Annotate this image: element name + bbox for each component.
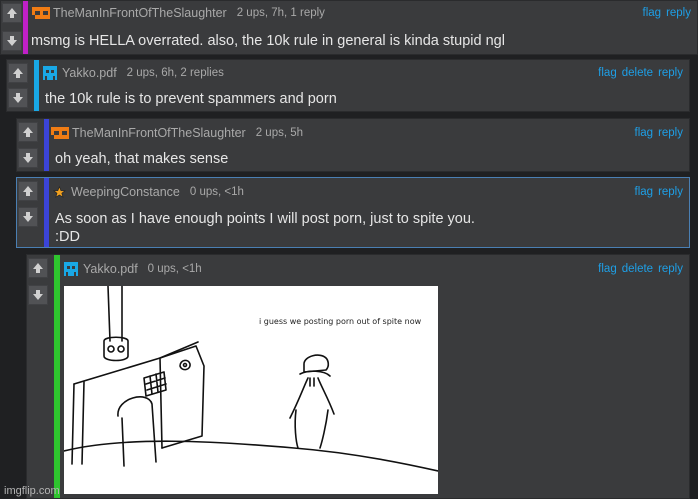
delete-link[interactable]: delete [622,67,653,79]
downvote-button[interactable] [18,207,38,227]
flag-link[interactable]: flag [598,263,617,275]
flag-link[interactable]: flag [643,7,662,19]
flag-link[interactable]: flag [635,186,654,198]
flag-link[interactable]: flag [598,67,617,79]
downvote-button[interactable] [18,148,38,168]
comment-header: Yakko.pdf 0 ups, <1h flag delete reply [61,260,683,278]
delete-link[interactable]: delete [622,263,653,275]
upvote-button[interactable] [2,3,22,23]
blue-invader-icon [43,66,57,80]
comment-header: TheManInFrontOfTheSlaughter 2 ups, 5h fl… [50,124,683,142]
arrow-down-icon [23,153,33,163]
orange-bracket-icon [51,127,69,139]
arrow-up-icon [23,127,33,137]
comment-meta: 2 ups, 7h, 1 reply [236,7,325,19]
downvote-button[interactable] [28,285,48,305]
watermark: imgflip.com [4,485,60,497]
reply-link[interactable]: reply [658,67,683,79]
arrow-down-icon [23,212,33,222]
comment-actions: flag reply [635,127,683,139]
username-link[interactable]: Yakko.pdf [62,66,117,80]
star-icon [53,185,66,198]
username-link[interactable]: TheManInFrontOfTheSlaughter [72,126,246,140]
image-caption: i guess we posting porn out of spite now [259,317,422,326]
comment-text: oh yeah, that makes sense [55,151,229,167]
arrow-up-icon [13,68,23,78]
downvote-button[interactable] [8,88,28,108]
reply-link[interactable]: reply [666,7,691,19]
comment: TheManInFrontOfTheSlaughter 2 ups, 5h fl… [16,118,690,172]
upvote-button[interactable] [18,181,38,201]
comment-meta: 2 ups, 6h, 2 replies [126,67,224,79]
username-link[interactable]: WeepingConstance [71,185,180,199]
reply-link[interactable]: reply [658,263,683,275]
thread-bar [34,60,39,111]
comment-actions: flag reply [635,186,683,198]
orange-bracket-icon [32,7,50,19]
upvote-button[interactable] [28,258,48,278]
comment-text: As soon as I have enough points I will p… [55,211,475,245]
reply-link[interactable]: reply [658,186,683,198]
comment-header: WeepingConstance 0 ups, <1h flag reply [53,183,683,201]
username-link[interactable]: TheManInFrontOfTheSlaughter [53,6,227,20]
thread-bar [44,178,49,247]
arrow-down-icon [7,36,17,46]
comment: Yakko.pdf 2 ups, 6h, 2 replies flag dele… [6,59,690,112]
arrow-up-icon [23,186,33,196]
comment-actions: flag delete reply [598,263,683,275]
thread-bar [54,255,60,498]
downvote-button[interactable] [2,31,22,51]
upvote-button[interactable] [8,63,28,83]
comment-text: msmg is HELLA overrated. also, the 10k r… [31,33,505,49]
username-link[interactable]: Yakko.pdf [83,262,138,276]
reply-link[interactable]: reply [658,127,683,139]
comment-meta: 2 ups, 5h [255,127,304,139]
comment-meta: 0 ups, <1h [189,186,244,198]
comment-meta: 0 ups, <1h [147,263,202,275]
flag-link[interactable]: flag [635,127,654,139]
comment: Yakko.pdf 0 ups, <1h flag delete reply i… [26,254,690,499]
thread-bar [23,1,28,54]
upvote-button[interactable] [18,122,38,142]
blue-invader-icon [64,262,78,276]
comment-header: TheManInFrontOfTheSlaughter 2 ups, 7h, 1… [31,4,691,22]
doodle-illustration: i guess we posting porn out of spite now [63,285,439,472]
comment: TheManInFrontOfTheSlaughter 2 ups, 7h, 1… [0,0,698,55]
arrow-up-icon [7,8,17,18]
comment-image[interactable]: i guess we posting porn out of spite now [63,285,439,494]
comment-actions: flag delete reply [598,67,683,79]
arrow-down-icon [33,290,43,300]
comment-header: Yakko.pdf 2 ups, 6h, 2 replies flag dele… [40,64,683,82]
arrow-down-icon [13,93,23,103]
thread-bar [44,119,49,171]
arrow-up-icon [33,263,43,273]
comment-actions: flag reply [643,7,691,19]
comment-text: the 10k rule is to prevent spammers and … [45,91,337,107]
comment: WeepingConstance 0 ups, <1h flag reply A… [16,177,690,248]
